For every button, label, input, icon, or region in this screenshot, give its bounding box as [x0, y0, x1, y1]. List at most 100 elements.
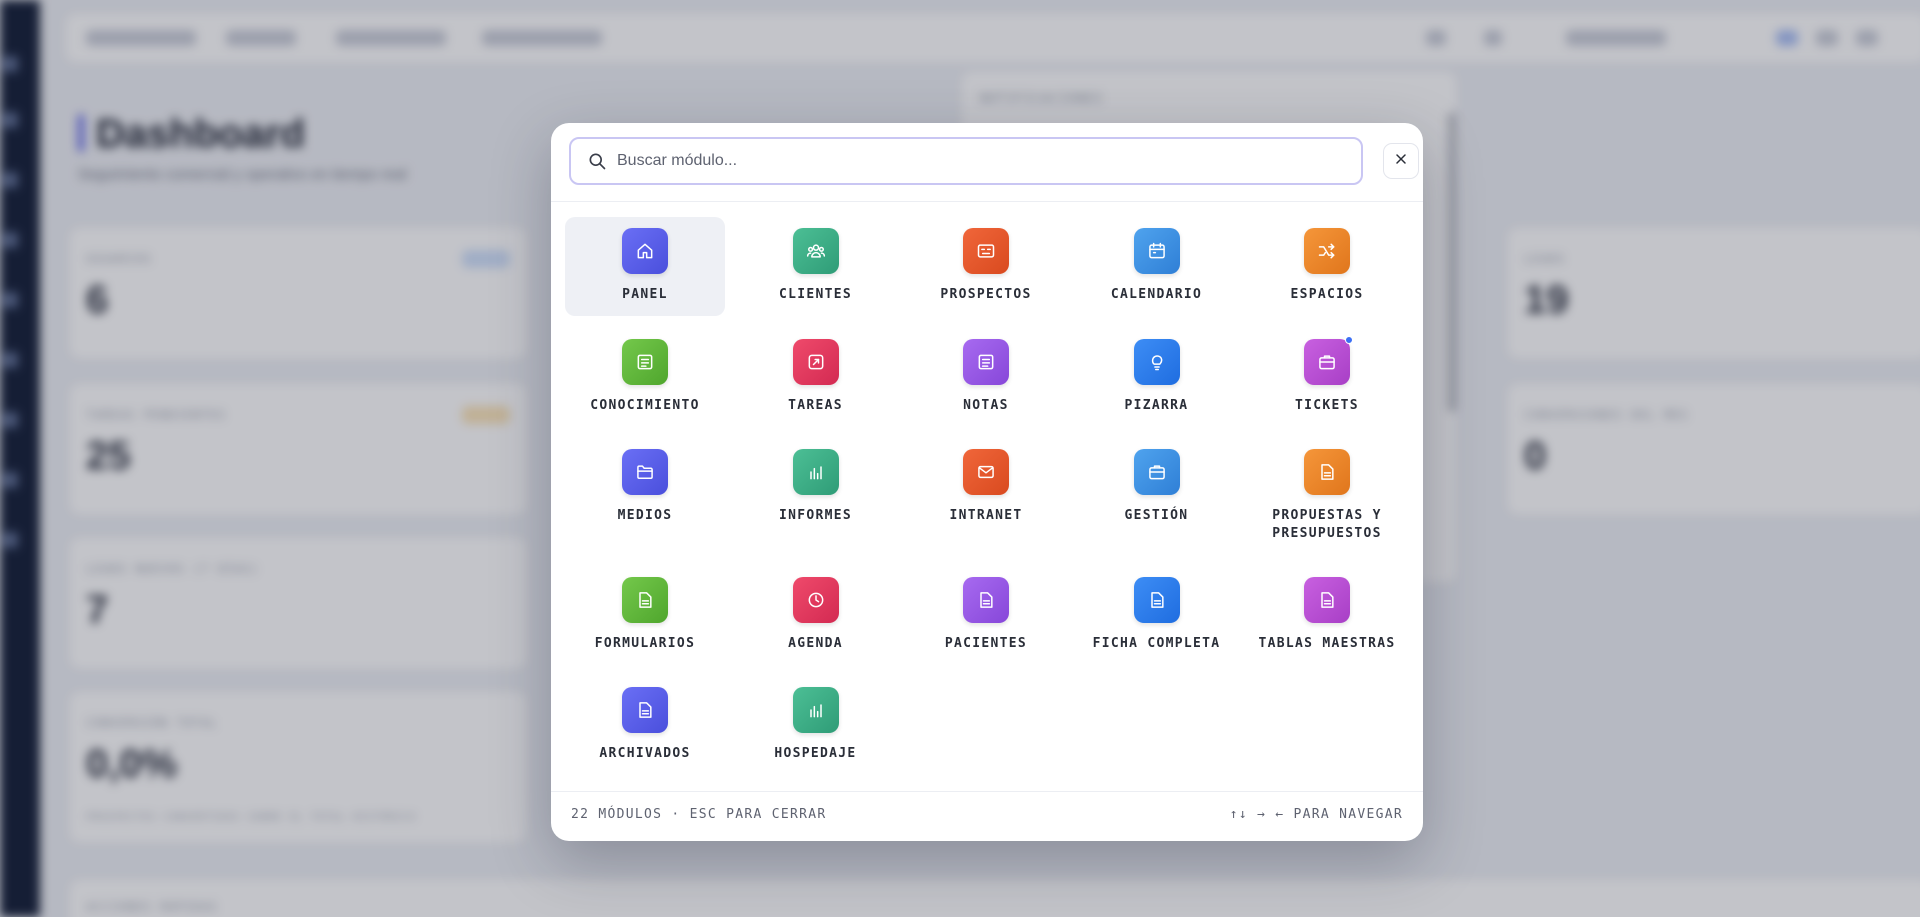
file-icon: [980, 592, 993, 608]
module-tile-archivados[interactable]: ARCHIVADOS: [565, 676, 725, 763]
module-tile-hospedaje[interactable]: HOSPEDAJE: [736, 676, 896, 763]
module-tile-espacios[interactable]: ESPACIOS: [1247, 217, 1407, 304]
module-label: AGENDA: [788, 636, 843, 651]
module-label: CONOCIMIENTO: [590, 398, 700, 413]
module-label: TABLAS MAESTRAS: [1258, 636, 1396, 651]
module-tile-medios[interactable]: MEDIOS: [565, 438, 725, 525]
file-icon: [639, 702, 652, 718]
module-label: GESTIÓN: [1124, 508, 1189, 523]
module-icon-box: [1133, 228, 1180, 274]
module-label: INTRANET: [949, 508, 1023, 523]
module-icon-box: [622, 577, 668, 623]
briefcase-icon: [1148, 465, 1165, 480]
file-icon: [1321, 464, 1334, 480]
module-icon-box: [792, 339, 839, 385]
module-label: MEDIOS: [617, 508, 673, 523]
bar-chart-icon: [809, 704, 822, 718]
module-icon-box: [792, 228, 839, 274]
module-icon-box: [963, 449, 1009, 495]
briefcase-icon: [1319, 355, 1335, 370]
module-tile-pacientes[interactable]: PACIENTES: [906, 566, 1066, 653]
folder-icon: [637, 465, 653, 479]
module-icon-box: [622, 228, 668, 274]
module-tile-pizarra[interactable]: PIZARRA: [1077, 328, 1237, 415]
clock-icon: [808, 592, 823, 608]
module-label: TICKETS: [1295, 398, 1359, 413]
module-icon-box: [1304, 336, 1353, 385]
close-button[interactable]: [1383, 143, 1419, 179]
module-label: ARCHIVADOS: [599, 746, 691, 761]
module-icon-box: [963, 577, 1009, 623]
module-icon-box: [1133, 339, 1180, 385]
notification-badge: [1345, 336, 1353, 344]
module-tile-ficha-completa[interactable]: FICHA COMPLETA: [1077, 566, 1237, 653]
module-icon-box: [963, 339, 1009, 385]
file-icon: [1321, 592, 1334, 608]
document-icon: [637, 354, 653, 370]
search-row: [569, 137, 1419, 189]
module-tile-conocimiento[interactable]: CONOCIMIENTO: [565, 328, 725, 415]
module-icon-box: [963, 228, 1009, 274]
calendar-icon: [1148, 242, 1165, 259]
module-icon-box: [792, 449, 839, 495]
module-icon-box: [622, 449, 668, 495]
module-icon-box: [1304, 449, 1350, 495]
notes-icon: [978, 354, 994, 370]
module-tile-calendario[interactable]: CALENDARIO: [1077, 217, 1237, 304]
module-label: PACIENTES: [944, 636, 1028, 651]
module-icon-box: [792, 577, 839, 623]
lightbulb-icon: [1151, 355, 1162, 371]
module-icon-box: [1133, 449, 1180, 495]
divider: [551, 791, 1423, 792]
module-label: PANEL: [622, 287, 668, 302]
module-tile-panel[interactable]: PANEL: [565, 217, 725, 316]
module-search-modal: PANEL CLIENTES PROSPECTOS CALENDARIO ESPACIO…: [551, 123, 1423, 841]
module-icon-box: [1304, 577, 1350, 623]
module-icon-box: [1304, 228, 1350, 274]
file-icon: [1150, 592, 1164, 608]
module-tile-formularios[interactable]: FORMULARIOS: [565, 566, 725, 653]
module-icon-box: [622, 339, 668, 385]
id-card-icon: [977, 244, 995, 258]
module-tile-tareas[interactable]: TAREAS: [736, 328, 896, 415]
module-tile-tickets[interactable]: TICKETS: [1247, 328, 1407, 415]
module-tile-agenda[interactable]: AGENDA: [736, 566, 896, 653]
divider: [551, 201, 1423, 202]
module-icon-box: [1133, 577, 1180, 623]
module-icon-box: [622, 687, 668, 733]
module-tile-tablas-maestras[interactable]: TABLAS MAESTRAS: [1247, 566, 1407, 653]
search-icon: [587, 151, 607, 171]
module-icon-box: [792, 687, 839, 733]
module-tile-gestión[interactable]: GESTIÓN: [1077, 438, 1237, 525]
search-input[interactable]: [617, 139, 1347, 183]
module-label: PIZARRA: [1124, 398, 1189, 413]
module-label: TAREAS: [788, 398, 843, 413]
module-label: HOSPEDAJE: [774, 746, 857, 761]
module-tile-intranet[interactable]: INTRANET: [906, 438, 1066, 525]
shuffle-icon: [1318, 243, 1335, 259]
search-box[interactable]: [569, 137, 1363, 185]
module-label: PROPUESTAS Y PRESUPUESTOS: [1272, 508, 1382, 541]
module-tile-informes[interactable]: INFORMES: [736, 438, 896, 525]
module-tile-propuestas-y-presupuestos[interactable]: PROPUESTAS Y PRESUPUESTOS: [1247, 438, 1407, 543]
module-label: ESPACIOS: [1290, 287, 1364, 302]
module-label: NOTAS: [963, 398, 1009, 413]
file-icon: [639, 592, 652, 608]
module-label: FICHA COMPLETA: [1092, 636, 1221, 651]
module-label: CALENDARIO: [1110, 287, 1203, 302]
module-tile-prospectos[interactable]: PROSPECTOS: [906, 217, 1066, 304]
close-icon: [1393, 151, 1409, 172]
external-link-icon: [808, 354, 823, 370]
module-label: INFORMES: [778, 508, 852, 523]
footer-hint-count: 22 MÓDULOS · ESC PARA CERRAR: [571, 807, 827, 822]
module-label: PROSPECTOS: [940, 287, 1032, 302]
bar-chart-icon: [809, 466, 822, 480]
module-tile-notas[interactable]: NOTAS: [906, 328, 1066, 415]
module-tile-clientes[interactable]: CLIENTES: [736, 217, 896, 304]
module-label: FORMULARIOS: [594, 636, 696, 651]
mail-icon: [978, 465, 994, 479]
users-icon: [806, 244, 825, 258]
module-label: CLIENTES: [778, 287, 852, 302]
home-icon: [637, 243, 653, 259]
footer-hint-navigate: ↑↓ → ← PARA NAVEGAR: [1229, 807, 1403, 822]
